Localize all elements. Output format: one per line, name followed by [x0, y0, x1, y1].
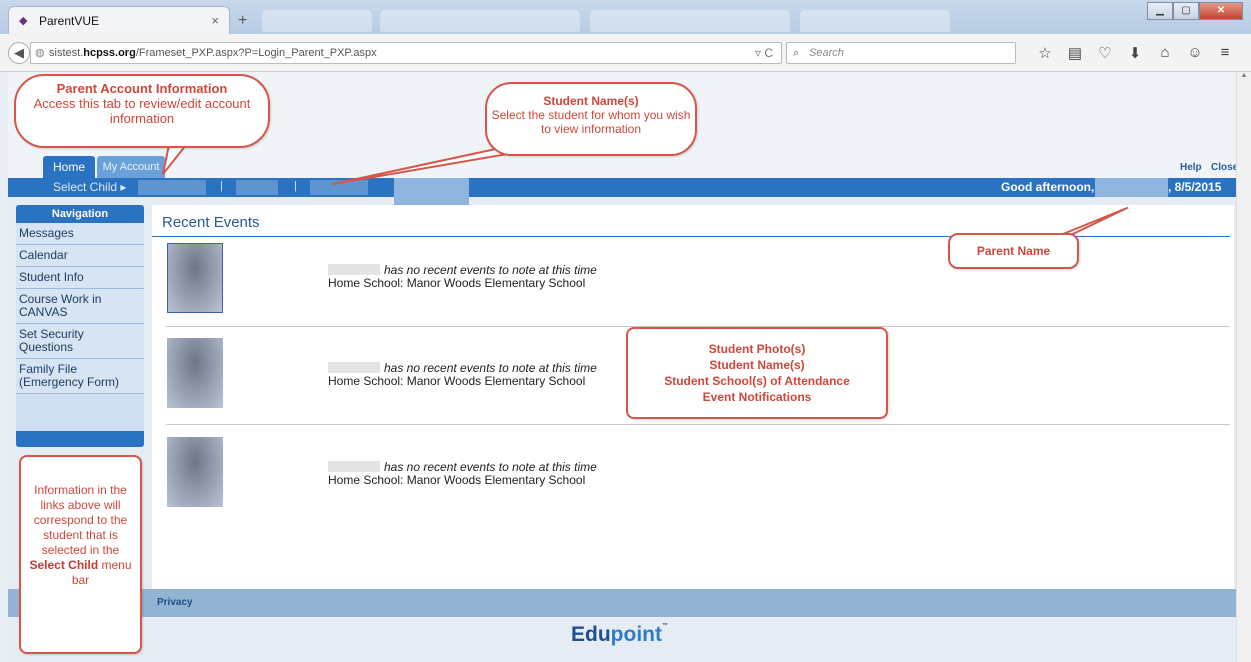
logo-part-b: point	[610, 623, 662, 646]
reload-icon[interactable]: ▿ C	[755, 43, 773, 63]
back-arrow-icon[interactable]: ◀	[8, 42, 30, 64]
divider	[166, 424, 1230, 425]
student-photo[interactable]	[167, 437, 223, 507]
callout-title: Student Name(s)	[543, 94, 639, 108]
callout-parent-account: Parent Account Information Access this t…	[14, 74, 270, 148]
child-name-link[interactable]	[236, 180, 278, 195]
event-item: has no recent events to note at this tim…	[328, 264, 597, 290]
callout-line: Student Name(s)	[709, 358, 805, 372]
window-close-icon[interactable]: ✕	[1199, 2, 1243, 20]
menu-icon[interactable]: ≡	[1210, 44, 1240, 62]
student-photo[interactable]	[167, 243, 223, 313]
pocket-icon[interactable]: ♡	[1090, 44, 1120, 62]
tab-close-icon[interactable]: ×	[211, 13, 219, 28]
page-title: Recent Events	[162, 214, 260, 231]
tab-home[interactable]: Home	[43, 156, 95, 178]
sidebar-item-course-work[interactable]: Course Work in CANVAS	[16, 289, 144, 324]
browser-tab-parentvue[interactable]: ◆ ParentVUE ×	[8, 6, 230, 34]
child-name-link[interactable]	[138, 180, 206, 195]
callout-body: Select the student for whom you wish to …	[491, 108, 691, 136]
chat-icon[interactable]: ☺	[1180, 44, 1210, 62]
browser-tab-title: ParentVUE	[39, 13, 100, 28]
home-icon[interactable]: ⌂	[1150, 44, 1180, 62]
child-name-link[interactable]	[310, 180, 368, 195]
browser-toolbar: ☆ ▤ ♡ ⬇ ⌂ ☺ ≡	[1030, 44, 1240, 62]
callout-title: Parent Account Information	[56, 81, 228, 96]
parentvue-page: Home My Account Help Close Select Child …	[8, 72, 1238, 662]
event-note: has no recent events to note at this tim…	[384, 460, 597, 474]
new-tab-icon[interactable]: +	[238, 12, 247, 30]
sidebar-item-messages[interactable]: Messages	[16, 223, 144, 245]
callout-body: Access this tab to review/edit account i…	[33, 96, 251, 126]
event-note: has no recent events to note at this tim…	[384, 263, 597, 277]
callout-parent-name: Parent Name	[948, 233, 1079, 269]
edupoint-logo: Edupoint™	[571, 623, 668, 647]
select-child-bar: Select Child ▸ | | Good afternoon, , 8/5…	[8, 178, 1236, 208]
home-school: Home School: Manor Woods Elementary Scho…	[328, 374, 586, 388]
sidebar-footer	[16, 431, 144, 447]
parentvue-favicon-icon: ◆	[19, 14, 28, 27]
page-scrollbar[interactable]: ▲	[1236, 72, 1251, 662]
redaction-box	[394, 178, 469, 208]
callout-line: Event Notifications	[702, 390, 812, 404]
search-input[interactable]: ⌕ Search	[786, 42, 1016, 64]
background-tab[interactable]	[380, 10, 580, 32]
scroll-up-icon[interactable]: ▲	[1237, 72, 1251, 79]
window-controls: ▁ ▢ ✕	[1147, 2, 1243, 20]
reading-list-icon[interactable]: ▤	[1060, 44, 1090, 62]
privacy-link[interactable]: Privacy	[157, 597, 193, 608]
event-note: has no recent events to note at this tim…	[384, 361, 597, 375]
bookmark-star-icon[interactable]: ☆	[1030, 44, 1060, 62]
student-name-redaction	[328, 461, 380, 472]
home-school: Home School: Manor Woods Elementary Scho…	[328, 276, 586, 290]
student-name-redaction	[328, 362, 380, 373]
help-link[interactable]: Help	[1180, 162, 1202, 173]
background-tab[interactable]	[262, 10, 372, 32]
search-placeholder: Search	[809, 47, 844, 59]
logo-trademark: ™	[661, 623, 668, 629]
date-text: , 8/5/2015	[1168, 180, 1222, 194]
navigation-sidebar: Navigation Messages Calendar Student Inf…	[16, 205, 144, 447]
page-footer: Privacy	[8, 589, 1236, 617]
select-child-label: Select Child ▸	[53, 180, 127, 194]
greeting-text: Good afternoon,	[1001, 180, 1095, 194]
separator: |	[294, 180, 297, 192]
callout-bold: Select Child	[29, 558, 99, 572]
tab-my-account[interactable]: My Account	[97, 156, 165, 178]
sidebar-item-family-file[interactable]: Family File (Emergency Form)	[16, 359, 144, 394]
logo-part-a: Edu	[571, 623, 611, 646]
student-photo[interactable]	[167, 338, 223, 408]
browser-titlebar: ◆ ParentVUE × + ▁ ▢ ✕	[0, 0, 1251, 34]
separator: |	[220, 180, 223, 192]
minimize-icon[interactable]: ▁	[1147, 2, 1173, 20]
navigation-title: Navigation	[16, 205, 144, 223]
student-name-redaction	[328, 264, 380, 275]
globe-icon: ◍	[35, 47, 45, 59]
event-item: has no recent events to note at this tim…	[328, 461, 597, 487]
parent-name-redaction	[1095, 178, 1168, 197]
url-prefix: sistest.	[49, 47, 84, 59]
home-school: Home School: Manor Woods Elementary Scho…	[328, 473, 586, 487]
callout-line: Student Photo(s)	[708, 342, 806, 356]
url-bar[interactable]: ◍ sistest.hcpss.org/Frameset_PXP.aspx?P=…	[30, 42, 782, 64]
event-item: has no recent events to note at this tim…	[328, 362, 597, 388]
callout-line: Student School(s) of Attendance	[664, 374, 850, 388]
callout-student-names: Student Name(s) Select the student for w…	[485, 82, 697, 156]
browser-navbar: ◀ ◍ sistest.hcpss.org/Frameset_PXP.aspx?…	[0, 34, 1251, 72]
callout-body: Information in the links above will corr…	[33, 483, 128, 557]
close-link[interactable]: Close	[1211, 162, 1238, 173]
background-tab[interactable]	[800, 10, 950, 32]
url-path: /Frameset_PXP.aspx?P=Login_Parent_PXP.as…	[135, 47, 377, 59]
search-icon: ⌕	[793, 47, 800, 59]
maximize-icon[interactable]: ▢	[1173, 2, 1199, 20]
sidebar-item-calendar[interactable]: Calendar	[16, 245, 144, 267]
download-icon[interactable]: ⬇	[1120, 44, 1150, 62]
url-domain: hcpss.org	[83, 47, 136, 59]
background-tab[interactable]	[590, 10, 790, 32]
sidebar-item-student-info[interactable]: Student Info	[16, 267, 144, 289]
sidebar-item-security-questions[interactable]: Set Security Questions	[16, 324, 144, 359]
callout-info-links: Information in the links above will corr…	[19, 455, 142, 654]
callout-student-photos: Student Photo(s) Student Name(s) Student…	[626, 327, 888, 419]
